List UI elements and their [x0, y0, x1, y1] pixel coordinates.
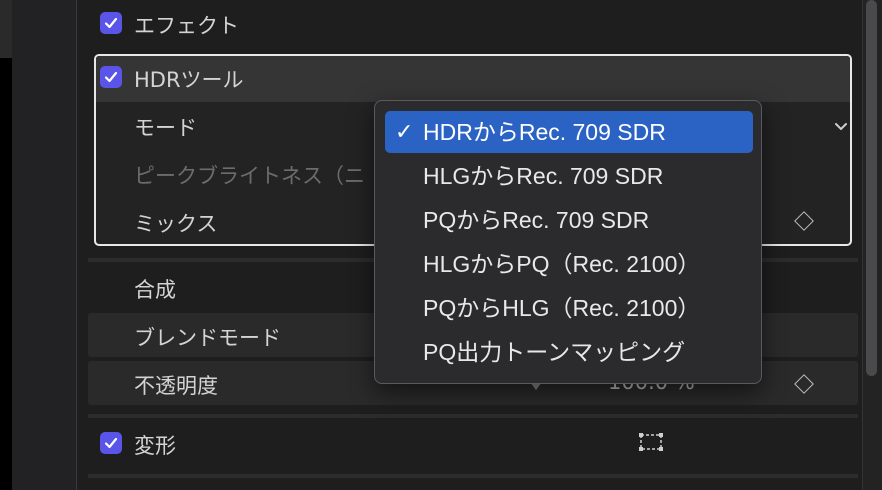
inspector-gutter: [12, 0, 76, 490]
effects-checkbox[interactable]: [100, 12, 122, 34]
menu-item-pq-tone-mapping[interactable]: PQ出力トーンマッピング: [385, 331, 753, 373]
transform-section-title: 変形: [134, 434, 176, 458]
compositing-section-title: 合成: [134, 278, 176, 302]
menu-item-hdr-to-rec709[interactable]: ✓ HDRからRec. 709 SDR: [385, 111, 753, 153]
hdr-tools-checkbox[interactable]: [100, 66, 122, 88]
transform-checkbox[interactable]: [100, 432, 122, 454]
transform-onscreen-icon[interactable]: [638, 432, 664, 452]
menu-item-label: HLGからPQ（Rec. 2100）: [423, 251, 701, 277]
check-icon: ✓: [395, 119, 414, 144]
mode-label: モード: [134, 116, 197, 140]
menu-item-label: HDRからRec. 709 SDR: [423, 119, 666, 145]
menu-item-hlg-to-rec709[interactable]: HLGからRec. 709 SDR: [385, 155, 753, 197]
menu-item-hlg-to-pq[interactable]: HLGからPQ（Rec. 2100）: [385, 243, 753, 285]
blend-mode-label: ブレンドモード: [134, 326, 281, 350]
checkmark-icon: [104, 71, 118, 83]
mix-label: ミックス: [134, 212, 218, 236]
mode-dropdown-menu: ✓ HDRからRec. 709 SDR HLGからRec. 709 SDR PQ…: [374, 100, 762, 384]
effects-section-title: エフェクト: [134, 14, 239, 38]
viewer-area: [0, 58, 12, 490]
menu-item-label: PQ出力トーンマッピング: [423, 339, 686, 365]
checkmark-icon: [104, 17, 118, 29]
menu-item-label: PQからRec. 709 SDR: [423, 207, 650, 233]
menu-item-label: PQからHLG（Rec. 2100）: [423, 295, 701, 321]
checkmark-icon: [104, 437, 118, 449]
section-divider: [88, 474, 858, 478]
opacity-label: 不透明度: [134, 374, 218, 398]
hdr-tools-title: HDRツール: [134, 68, 244, 92]
peak-brightness-label: ピークブライトネス（ニ: [134, 164, 365, 188]
section-divider: [88, 414, 858, 418]
chevron-down-icon[interactable]: [834, 122, 848, 132]
scrollbar-thumb[interactable]: [866, 0, 877, 376]
menu-item-pq-to-hlg[interactable]: PQからHLG（Rec. 2100）: [385, 287, 753, 329]
menu-item-label: HLGからRec. 709 SDR: [423, 163, 664, 189]
menu-item-pq-to-rec709[interactable]: PQからRec. 709 SDR: [385, 199, 753, 241]
